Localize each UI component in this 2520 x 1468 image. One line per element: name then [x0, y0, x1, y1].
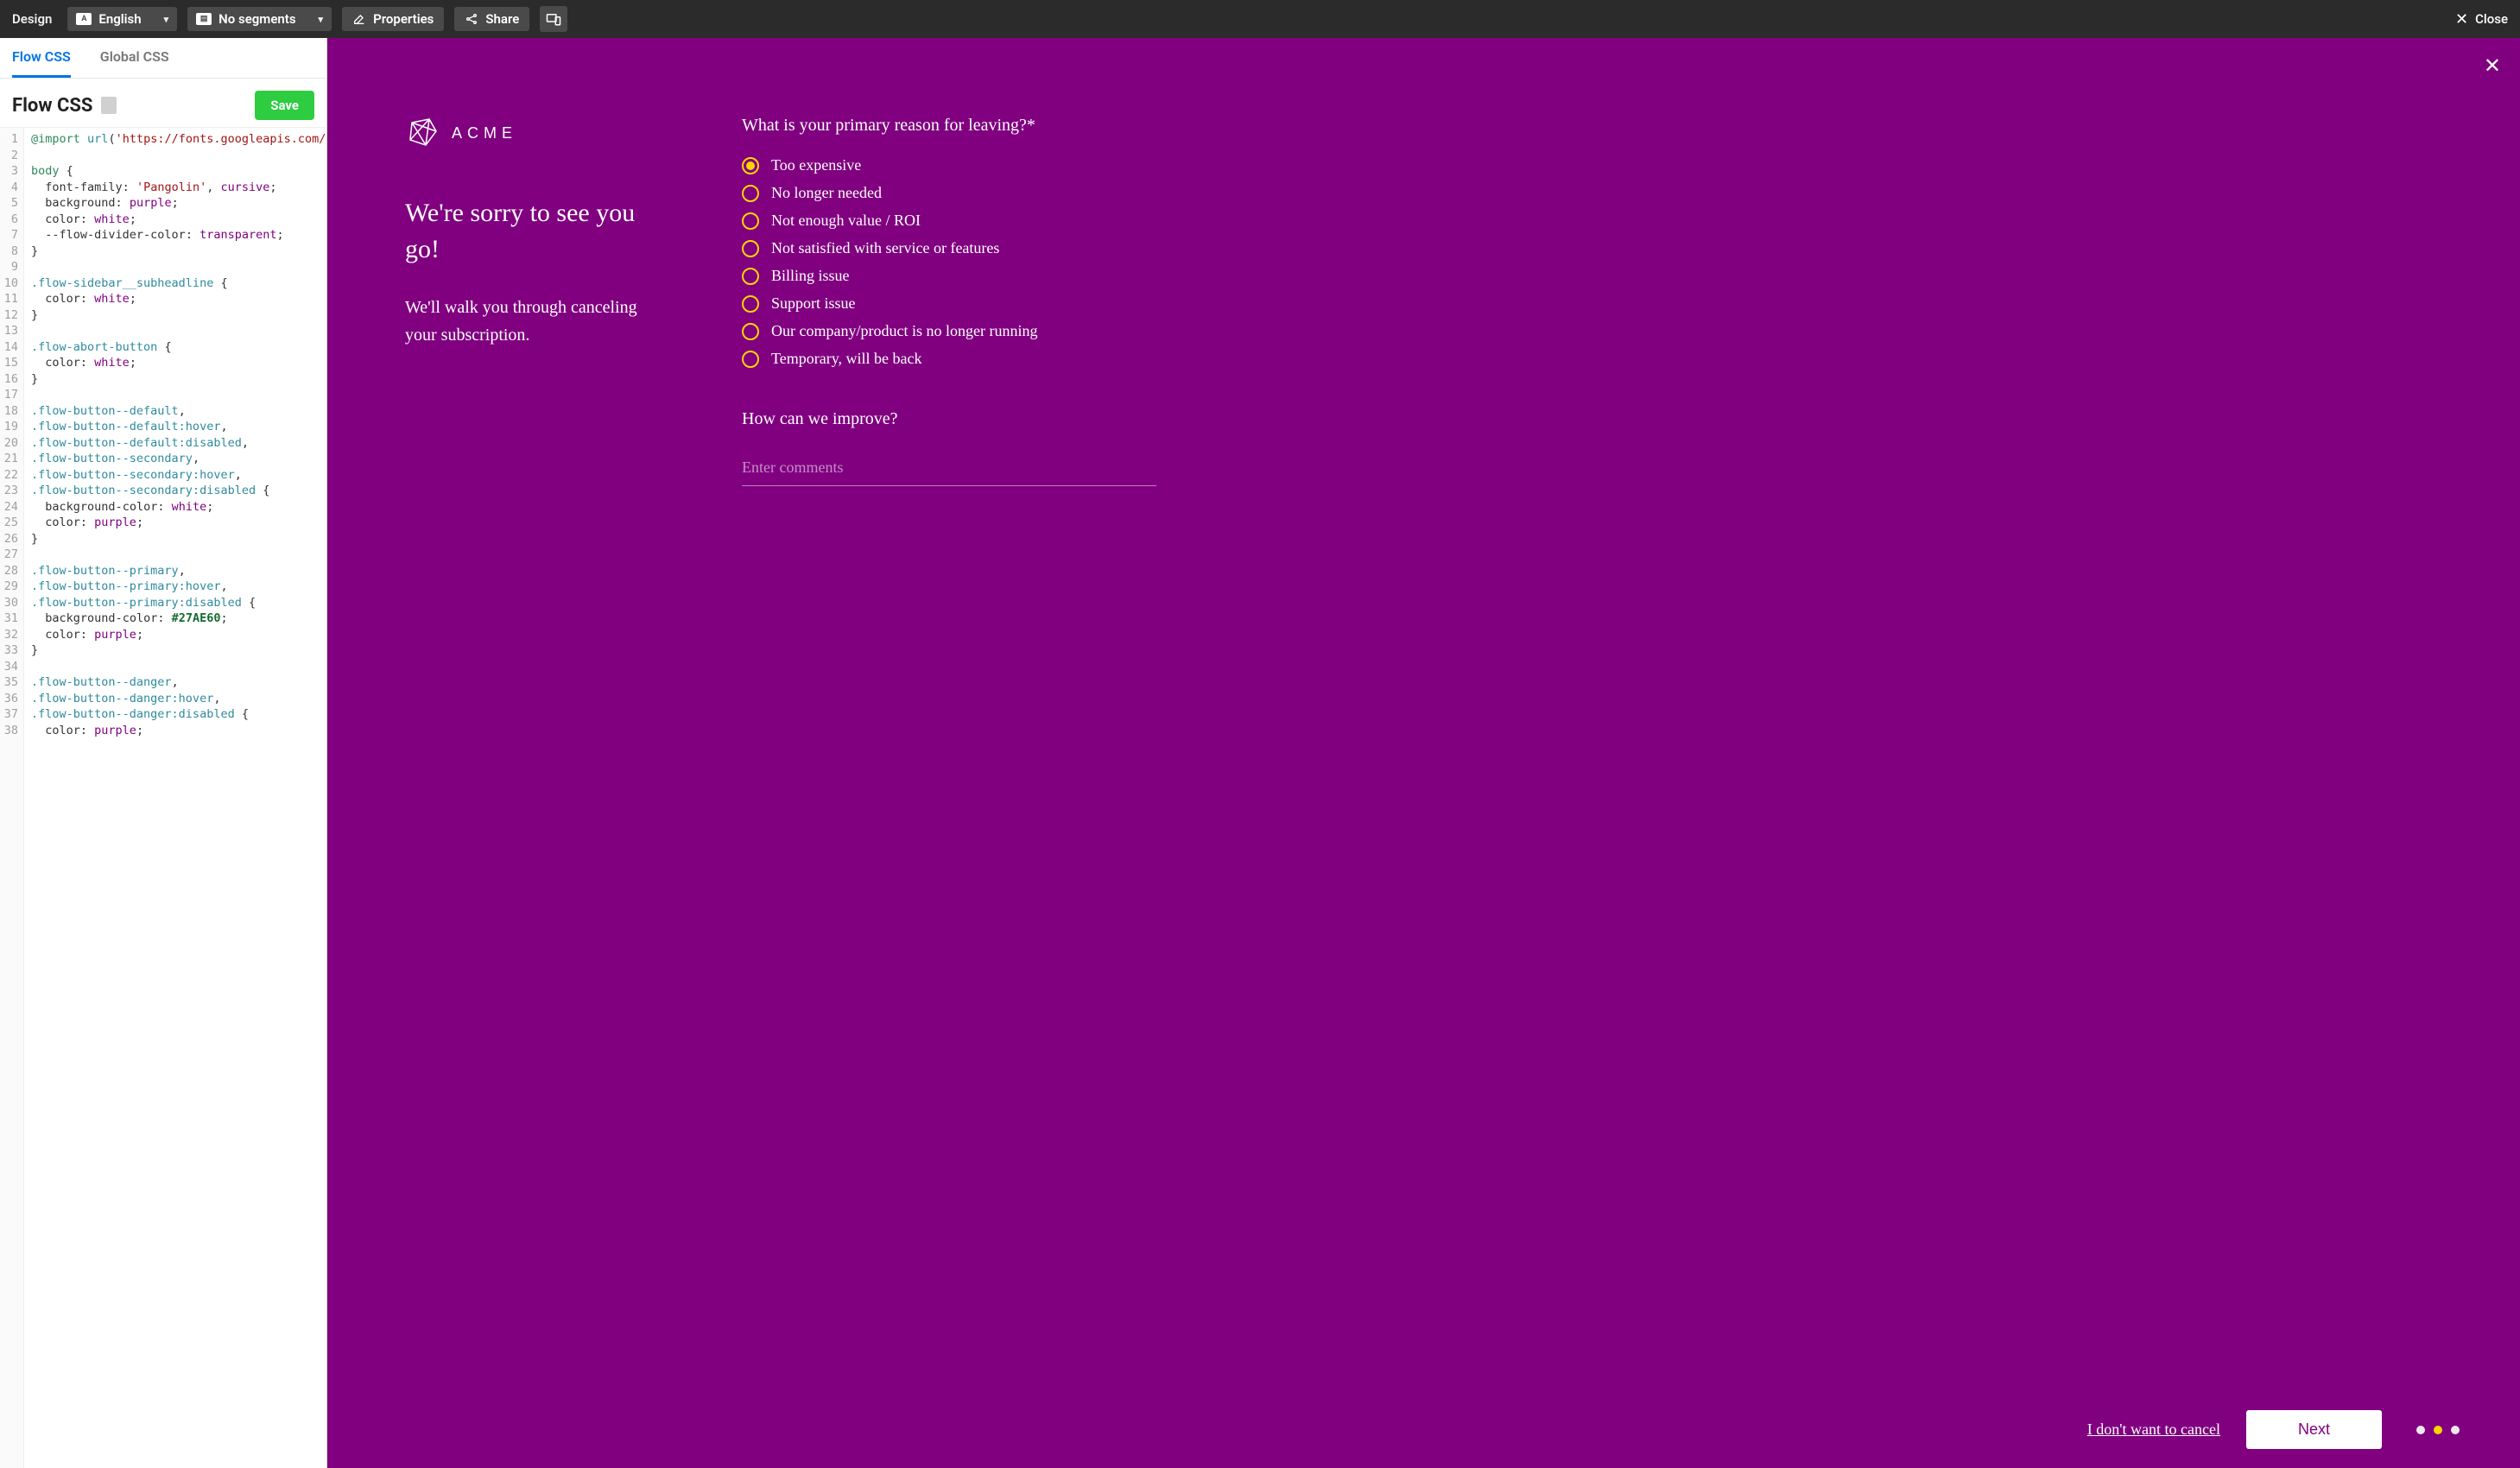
option-label: Temporary, will be back	[771, 350, 922, 368]
step-dots	[2416, 1426, 2460, 1434]
question-primary-reason: What is your primary reason for leaving?…	[742, 116, 1156, 136]
properties-button[interactable]: Properties	[342, 7, 444, 31]
panel-title: Flow CSS	[12, 95, 117, 117]
share-icon	[465, 12, 478, 26]
chevron-down-icon: ▾	[319, 14, 324, 25]
preview-headline: We're sorry to see you go!	[405, 195, 655, 268]
option-label: Not satisfied with service or features	[771, 239, 999, 257]
language-dropdown[interactable]: A English ▾	[67, 7, 177, 31]
step-dot[interactable]	[2451, 1426, 2460, 1434]
edit-icon	[352, 12, 366, 26]
option-row[interactable]: Support issue	[742, 294, 1156, 313]
options-list: Too expensive No longer needed Not enough …	[742, 156, 1156, 368]
next-button[interactable]: Next	[2246, 1410, 2382, 1449]
radio-icon	[742, 268, 759, 285]
question-improve: How can we improve?	[742, 409, 1156, 429]
language-dropdown-label: English	[98, 11, 141, 27]
document-icon	[101, 97, 117, 114]
option-row[interactable]: Not enough value / ROI	[742, 212, 1156, 230]
option-row[interactable]: Not satisfied with service or features	[742, 239, 1156, 257]
devices-icon	[546, 12, 561, 26]
comments-input[interactable]	[742, 453, 1156, 486]
close-icon: ✕	[2455, 10, 2468, 28]
radio-icon	[742, 351, 759, 368]
devices-button[interactable]	[540, 6, 567, 32]
option-label: Not enough value / ROI	[771, 212, 921, 230]
option-row[interactable]: Billing issue	[742, 267, 1156, 285]
option-row[interactable]: No longer needed	[742, 184, 1156, 202]
radio-icon	[742, 295, 759, 313]
logo-text: ACME	[452, 124, 517, 142]
radio-icon	[742, 157, 759, 174]
code-editor[interactable]: 1234567891011121314151617181920212223242…	[0, 127, 326, 1468]
step-dot[interactable]	[2434, 1426, 2442, 1434]
top-toolbar: Design A English ▾ ▤ No segments ▾ Prope…	[0, 0, 2520, 38]
option-label: Billing issue	[771, 267, 850, 285]
close-label: Close	[2475, 11, 2508, 27]
left-panel: Flow CSS Global CSS Flow CSS Save 123456…	[0, 38, 327, 1468]
cancel-link[interactable]: I don't want to cancel	[2087, 1421, 2220, 1439]
preview-logo: ACME	[405, 116, 655, 150]
radio-icon	[742, 323, 759, 340]
design-label: Design	[12, 11, 52, 27]
step-dot[interactable]	[2416, 1426, 2425, 1434]
save-button[interactable]: Save	[255, 91, 314, 120]
option-label: No longer needed	[771, 184, 882, 202]
language-icon: A	[76, 13, 92, 25]
preview-subheadline: We'll walk you through canceling your su…	[405, 294, 655, 349]
flow-preview: ✕ ACME We're sorry to see you go! We'll …	[327, 38, 2520, 1468]
tab-global-css[interactable]: Global CSS	[100, 38, 169, 78]
share-label: Share	[485, 11, 519, 27]
css-tabs: Flow CSS Global CSS	[0, 38, 326, 79]
close-button[interactable]: ✕ Close	[2455, 10, 2508, 28]
radio-icon	[742, 185, 759, 202]
radio-icon	[742, 240, 759, 257]
option-label: Our company/product is no longer running	[771, 322, 1037, 340]
tab-flow-css[interactable]: Flow CSS	[12, 38, 71, 78]
logo-icon	[405, 116, 440, 150]
option-label: Support issue	[771, 294, 856, 313]
segments-icon: ▤	[196, 13, 212, 25]
option-row[interactable]: Our company/product is no longer running	[742, 322, 1156, 340]
segments-dropdown-label: No segments	[218, 11, 295, 27]
code-content[interactable]: @import url('https://fonts.googleapis.co…	[24, 128, 326, 1468]
line-gutter: 1234567891011121314151617181920212223242…	[0, 128, 24, 1468]
option-row[interactable]: Too expensive	[742, 156, 1156, 174]
radio-icon	[742, 212, 759, 230]
preview-close-icon[interactable]: ✕	[2484, 54, 2501, 79]
properties-label: Properties	[373, 11, 434, 27]
panel-title-text: Flow CSS	[12, 95, 92, 117]
chevron-down-icon: ▾	[164, 14, 169, 25]
segments-dropdown[interactable]: ▤ No segments ▾	[187, 7, 332, 31]
option-label: Too expensive	[771, 156, 861, 174]
option-row[interactable]: Temporary, will be back	[742, 350, 1156, 368]
share-button[interactable]: Share	[454, 7, 529, 31]
